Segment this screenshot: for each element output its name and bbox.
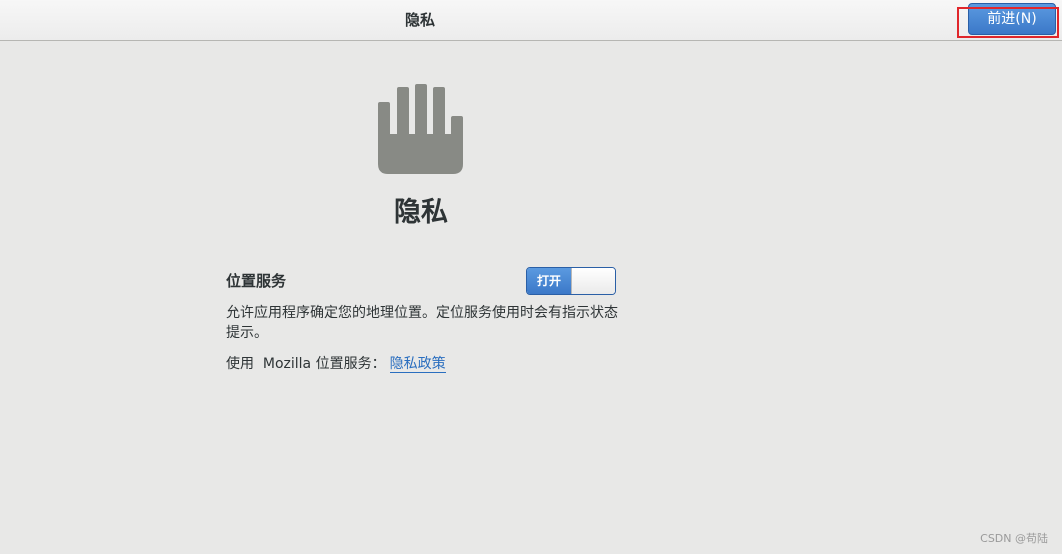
page-title: 隐私 [394,197,448,228]
next-button[interactable]: 前进(N) [968,3,1056,35]
toggle-on-label: 打开 [527,268,571,294]
location-service-description: 允许应用程序确定您的地理位置。定位服务使用时会有指示状态提示。 [226,305,618,341]
hand-stop-icon [378,84,463,174]
header-bar: 隐私 前进(N) [0,0,1062,41]
mozilla-service-text: 使用 Mozilla 位置服务： [226,356,386,372]
header-title: 隐私 [404,11,435,29]
toggle-knob[interactable] [571,268,615,294]
mozilla-service-line: 使用 Mozilla 位置服务： 隐私政策 [226,354,446,374]
location-service-toggle[interactable]: 打开 [526,267,616,295]
privacy-policy-link[interactable]: 隐私政策 [389,356,446,373]
location-service-label: 位置服务 [226,272,287,290]
watermark: CSDN @苟陆 [980,532,1048,545]
